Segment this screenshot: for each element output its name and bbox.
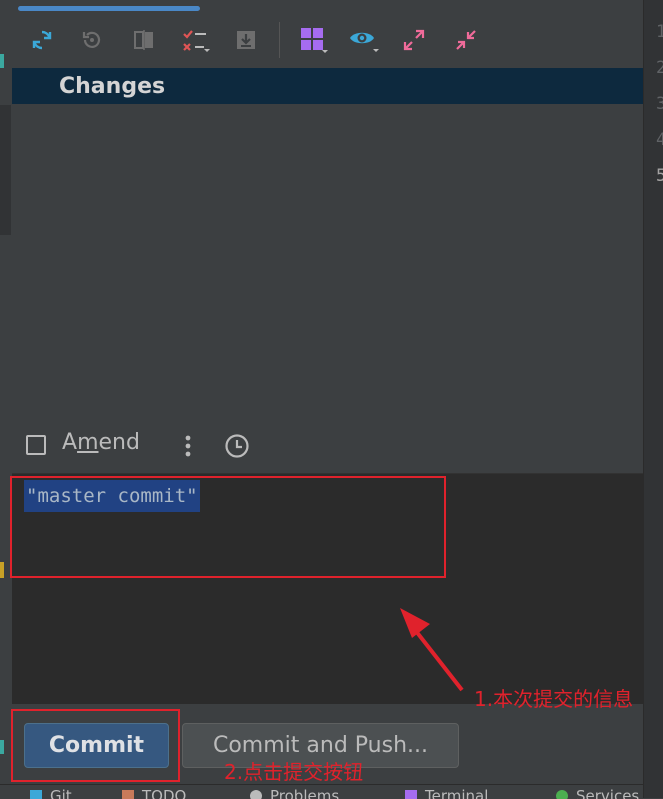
eye-icon: [350, 32, 379, 52]
progress-bar: [18, 6, 200, 11]
left-strip-marker: [0, 562, 4, 578]
message-highlight-box: [10, 476, 446, 578]
more-vertical-icon: [185, 435, 191, 457]
commit-tool-window: Changes Amend "master commit" Commit Com…: [12, 0, 643, 798]
tab-todo[interactable]: TODO: [122, 787, 186, 799]
diff-icon: [134, 30, 153, 50]
checklist-icon: [183, 30, 210, 52]
collapse-all-button[interactable]: [450, 24, 482, 56]
changes-tree[interactable]: [12, 104, 643, 420]
commit-history-button[interactable]: [222, 431, 252, 461]
amend-checkbox[interactable]: [26, 435, 46, 455]
amend-row: Amend: [12, 426, 643, 466]
shelve-icon: [237, 31, 255, 49]
commit-and-push-label: Commit and Push...: [212, 733, 428, 758]
layout-button[interactable]: [298, 24, 330, 56]
changes-title: Changes: [59, 74, 166, 99]
annotation-commit-note: 2.点击提交按钮: [224, 760, 364, 784]
left-strip-panel: [0, 105, 11, 235]
expand-icon: [403, 29, 425, 51]
tab-services[interactable]: Services: [556, 787, 639, 799]
rollback-icon: [82, 31, 101, 48]
refresh-icon: [32, 30, 52, 50]
changes-node[interactable]: Changes: [12, 68, 643, 104]
amend-label[interactable]: Amend: [62, 430, 140, 455]
annotation-arrow-icon: [400, 608, 464, 692]
tab-problems[interactable]: Problems: [250, 787, 339, 799]
tab-terminal[interactable]: Terminal: [405, 787, 488, 799]
line-number: 2: [656, 58, 663, 78]
refresh-button[interactable]: [26, 24, 58, 56]
expand-all-button[interactable]: [398, 24, 430, 56]
shelve-button[interactable]: [230, 24, 262, 56]
layout-grid-icon: [301, 28, 328, 53]
group-by-button[interactable]: [180, 24, 212, 56]
clock-icon: [225, 434, 249, 458]
left-strip-marker: [0, 740, 4, 754]
rollback-button[interactable]: [76, 24, 108, 56]
bottom-tool-tabs: Git TODO Problems Terminal Services: [0, 784, 663, 799]
commit-toolbar: [12, 16, 643, 64]
line-number: 4: [656, 130, 663, 150]
more-options-button[interactable]: [176, 432, 200, 460]
editor-gutter: 1 2 3 4 5: [643, 0, 663, 798]
annotation-message-note: 1.本次提交的信息: [474, 687, 634, 711]
collapse-icon: [456, 30, 476, 50]
tab-git[interactable]: Git: [30, 787, 72, 799]
left-strip-marker: [0, 54, 4, 68]
line-number: 5: [656, 166, 663, 186]
toolbar-separator: [279, 22, 280, 58]
line-number: 3: [656, 94, 663, 114]
line-number: 1: [656, 22, 663, 42]
show-diff-button[interactable]: [128, 24, 160, 56]
commit-highlight-box: [11, 709, 180, 782]
view-options-button[interactable]: [348, 24, 380, 56]
